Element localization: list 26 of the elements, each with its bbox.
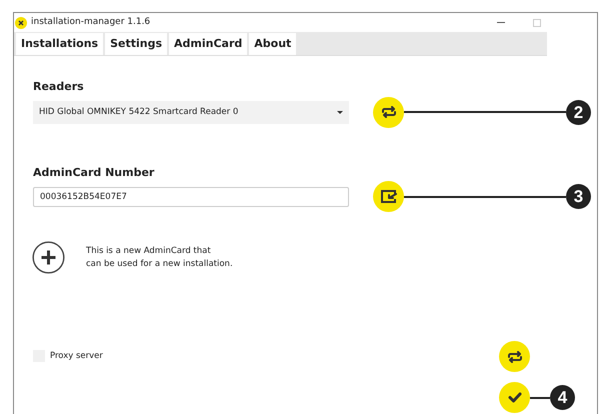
refresh-button[interactable] bbox=[373, 96, 404, 128]
app-logo-icon bbox=[15, 16, 27, 28]
callout-number: 4 bbox=[550, 385, 575, 410]
admincard-number-field[interactable]: 00036152B54E07E7 bbox=[33, 186, 349, 206]
tab[interactable]: Installations bbox=[16, 33, 104, 55]
leader-line bbox=[530, 396, 550, 398]
field-label: AdminCard Number bbox=[33, 164, 156, 180]
confirm-button[interactable] bbox=[499, 382, 530, 413]
checkbox-label: Proxy server bbox=[50, 350, 103, 363]
callout-number: 3 bbox=[566, 184, 591, 209]
import-card-button[interactable] bbox=[373, 181, 404, 212]
check-icon bbox=[508, 392, 522, 403]
callout-number: 2 bbox=[566, 100, 591, 124]
add-icon bbox=[32, 241, 65, 274]
new-card-message: This is a new AdminCard that can be used for a new installation. bbox=[86, 244, 233, 270]
reader-dropdown[interactable]: HID Global OMNIKEY 5422 Smartcard Reader 0 bbox=[33, 100, 349, 124]
window-title: installation-manager 1.1.6 bbox=[31, 16, 150, 29]
caret-icon bbox=[337, 110, 343, 114]
refresh-button[interactable] bbox=[499, 341, 530, 372]
tab[interactable]: Settings bbox=[105, 33, 168, 55]
refresh-icon bbox=[506, 350, 522, 362]
card-import-icon bbox=[380, 190, 396, 203]
field-label: Readers bbox=[33, 79, 85, 95]
refresh-icon bbox=[380, 106, 396, 118]
tab[interactable]: AdminCard bbox=[169, 33, 248, 55]
tab[interactable]: About bbox=[249, 33, 296, 55]
